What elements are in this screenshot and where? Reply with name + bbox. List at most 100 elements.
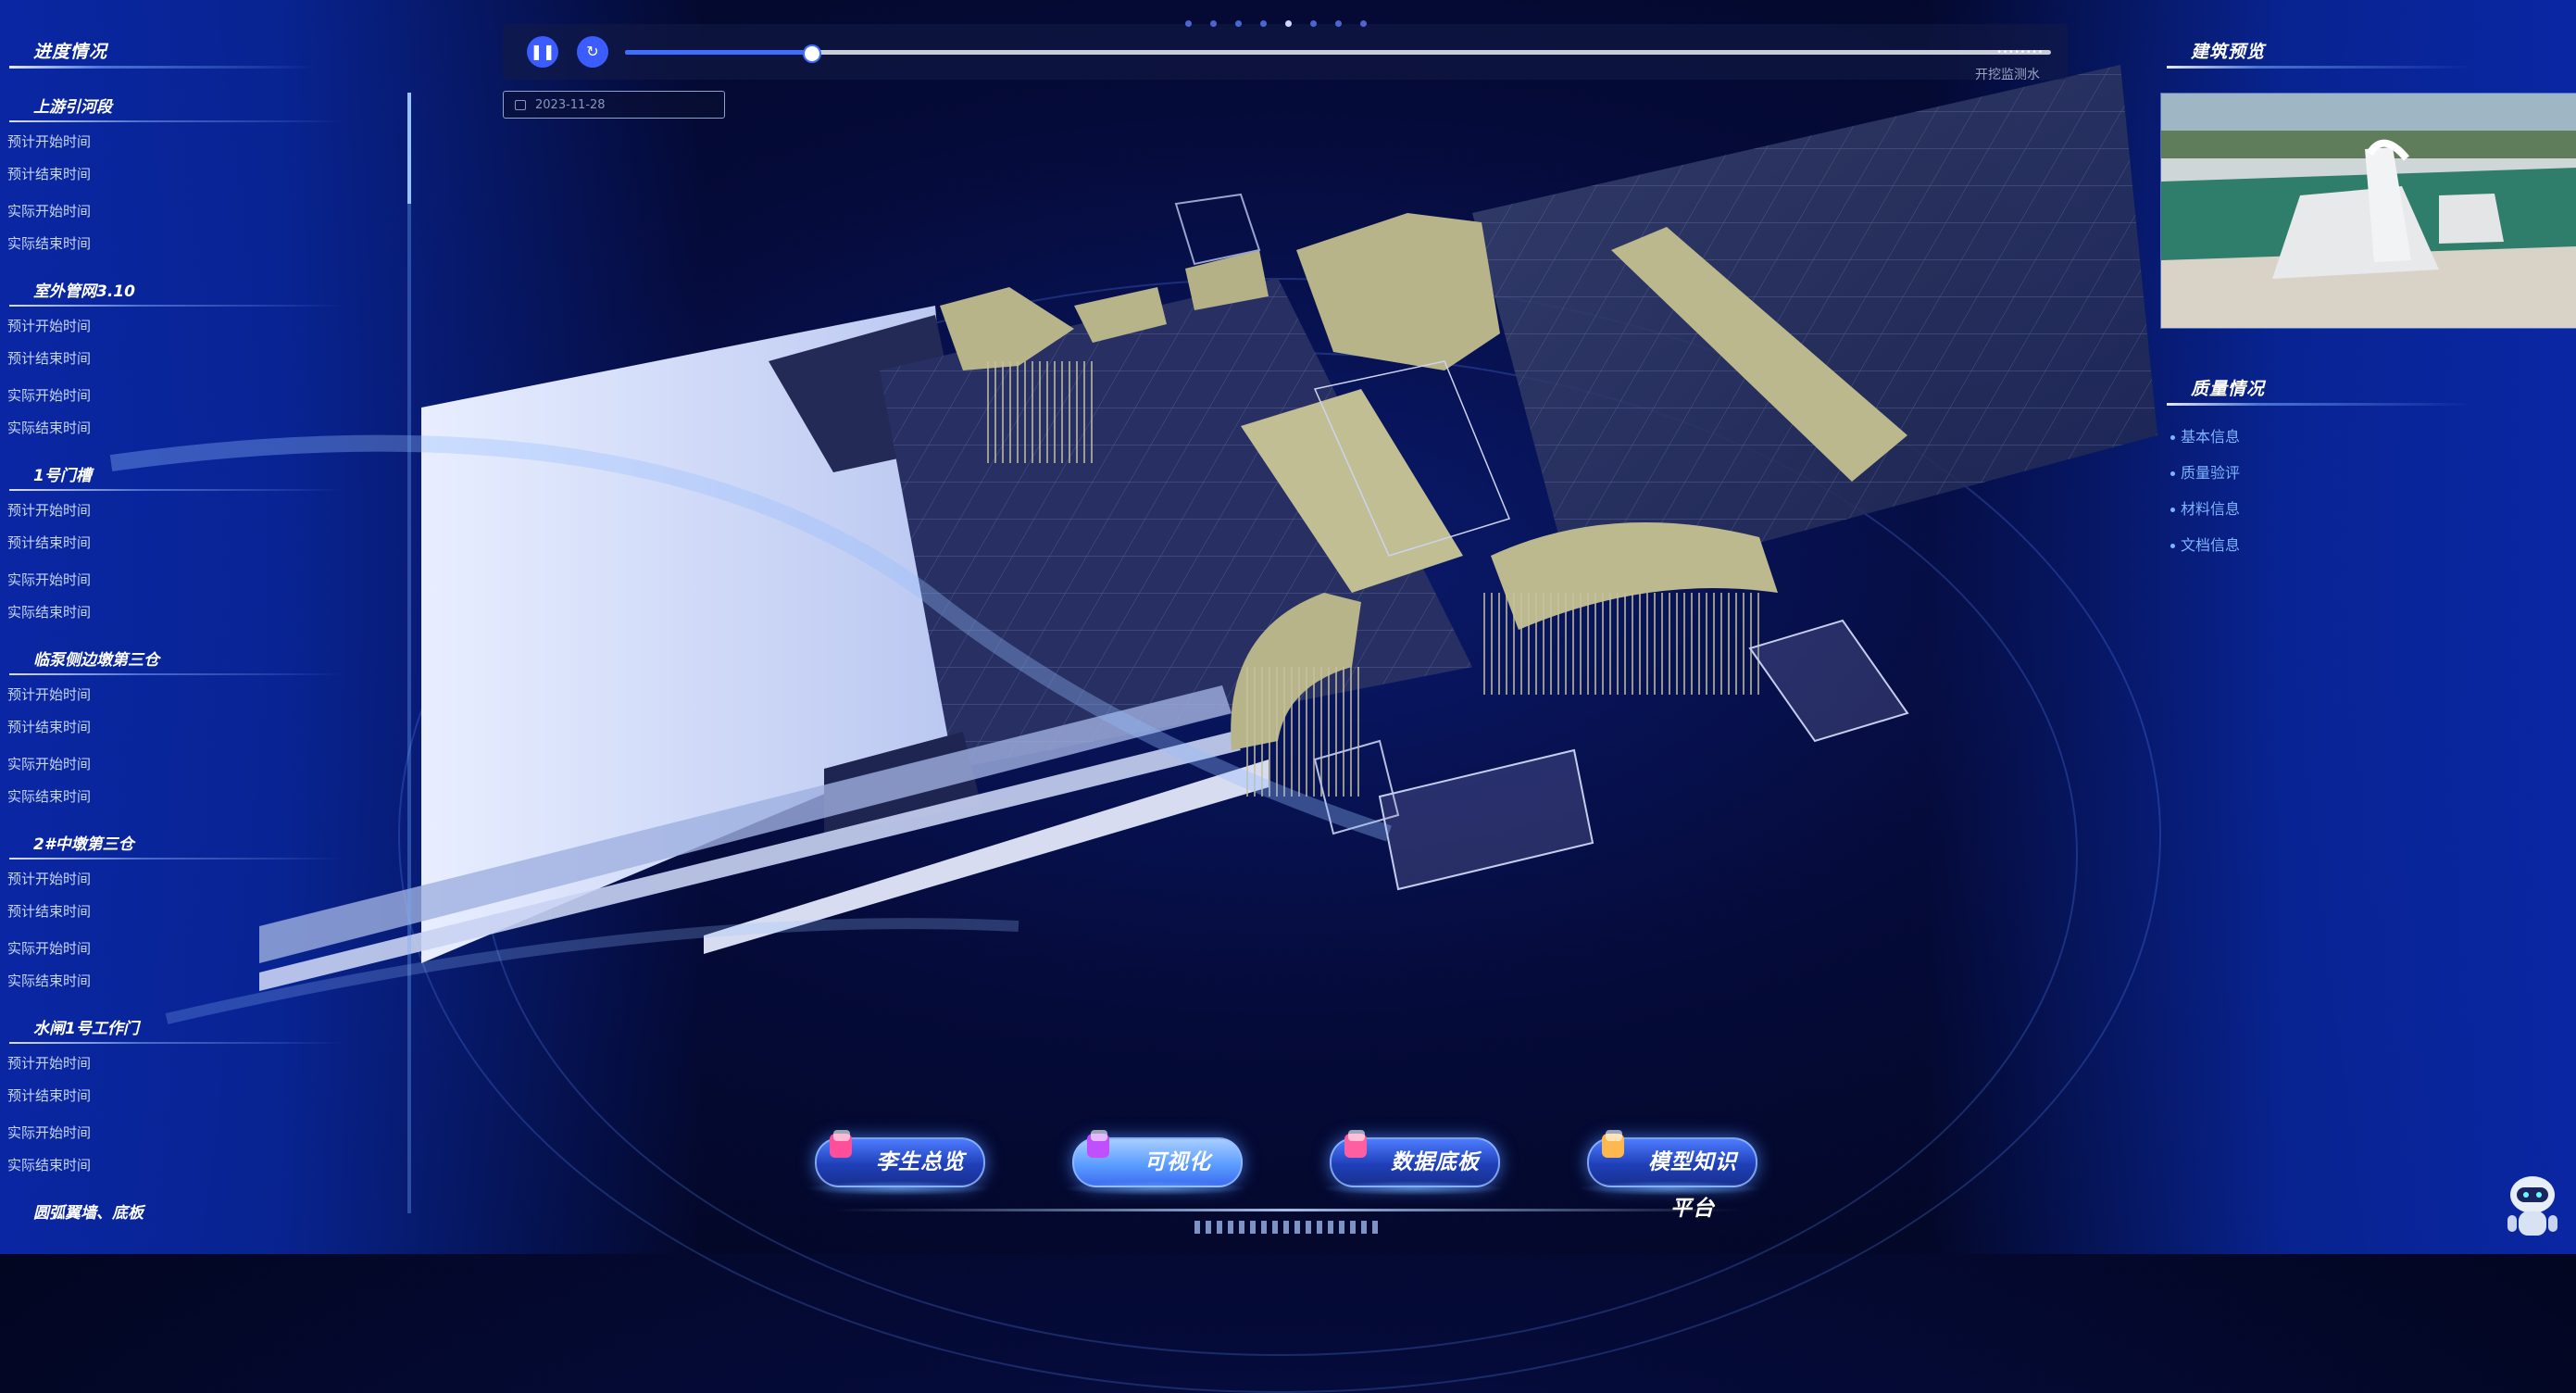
progress-date-row: 预计结束时间 bbox=[7, 534, 92, 551]
visualization-icon bbox=[1083, 1128, 1115, 1161]
nav-button-base-glow bbox=[1063, 1181, 1248, 1196]
progress-date-row: 实际开始时间 bbox=[7, 571, 92, 588]
nav-button-label: 李生总览 bbox=[876, 1150, 965, 1174]
bullet-icon bbox=[2170, 471, 2175, 476]
nav-button-base-glow bbox=[806, 1181, 991, 1196]
calendar-icon bbox=[515, 100, 526, 110]
progress-panel-title: 进度情况 bbox=[0, 28, 412, 76]
progress-date-row: 预计开始时间 bbox=[7, 1055, 92, 1072]
progress-date-row: 预计结束时间 bbox=[7, 166, 92, 182]
database-icon bbox=[1341, 1128, 1372, 1161]
annex-building-frame bbox=[1748, 619, 1909, 743]
progress-section-list: 上游引河段 预计开始时间 预计结束时间 实际开始时间 实际结束时间 室外管网3.10 预计开… bbox=[0, 89, 412, 1223]
timeline-end-label: 开挖监测水 bbox=[1975, 68, 2040, 82]
date-value: 2023-11-28 bbox=[535, 98, 606, 112]
progress-section-title: 室外管网3.10 bbox=[0, 273, 412, 310]
building-preview-header: 建筑预览 bbox=[2157, 28, 2576, 76]
quality-link[interactable]: 材料信息 bbox=[2170, 491, 2240, 527]
pause-button[interactable]: ❚❚ bbox=[527, 36, 558, 68]
quality-link-label: 质量验评 bbox=[2181, 464, 2241, 482]
overview-icon bbox=[826, 1128, 857, 1161]
page-dot[interactable] bbox=[1360, 20, 1367, 27]
quality-link-label: 文档信息 bbox=[2181, 536, 2241, 554]
nav-button-base-glow bbox=[1320, 1181, 1506, 1196]
bullet-icon bbox=[2170, 435, 2175, 440]
timeline-handle[interactable] bbox=[803, 44, 822, 63]
pile-field bbox=[982, 361, 1093, 463]
nav-button-3[interactable]: 数据底板 bbox=[1330, 1130, 1500, 1187]
assistant-robot-icon[interactable] bbox=[2500, 1169, 2565, 1243]
date-picker[interactable]: 2023-11-28 bbox=[503, 91, 725, 119]
progress-date-row: 实际结束时间 bbox=[7, 235, 92, 252]
progress-date-row: 预计结束时间 bbox=[7, 903, 92, 920]
progress-section-title: 上游引河段 bbox=[0, 89, 412, 126]
progress-date-row: 实际结束时间 bbox=[7, 1157, 92, 1173]
progress-date-row: 预计开始时间 bbox=[7, 686, 92, 703]
progress-date-row: 预计开始时间 bbox=[7, 318, 92, 334]
replay-button[interactable]: ↻ bbox=[577, 36, 608, 68]
progress-section: 2#中墩第三仓预计开始时间 预计结束时间 实际开始时间 实际结束时间 bbox=[0, 826, 412, 998]
page-indicator bbox=[1176, 13, 1376, 31]
page-dot[interactable] bbox=[1310, 20, 1317, 27]
progress-section-title: 2#中墩第三仓 bbox=[0, 826, 412, 863]
page-dot[interactable] bbox=[1235, 20, 1242, 27]
progress-date-row: 实际结束时间 bbox=[7, 604, 92, 621]
nav-button-label: 可视化 bbox=[1144, 1150, 1211, 1174]
progress-date-row: 预计结束时间 bbox=[7, 719, 92, 735]
progress-panel-scrollbar[interactable] bbox=[407, 93, 411, 1213]
progress-date-row: 预计开始时间 bbox=[7, 502, 92, 519]
timeline-track[interactable]: •••••••• bbox=[625, 44, 2051, 63]
pump-house-frame bbox=[1378, 748, 1594, 891]
building-preview-image[interactable] bbox=[2160, 93, 2576, 329]
pause-icon: ❚❚ bbox=[530, 43, 556, 60]
progress-section: 室外管网3.10 预计开始时间 预计结束时间 实际开始时间 实际结束时间 bbox=[0, 273, 412, 445]
progress-date-row: 预计结束时间 bbox=[7, 1087, 92, 1104]
progress-section: 临泵侧边墩第三仓 预计开始时间 预计结束时间 实际开始时间 实际结束时间 bbox=[0, 642, 412, 813]
quality-link[interactable]: 基本信息 bbox=[2170, 419, 2240, 455]
page-dot[interactable] bbox=[1260, 20, 1267, 27]
progress-section: 1号门槽预计开始时间 预计结束时间 实际开始时间 实际结束时间 bbox=[0, 458, 412, 629]
progress-date-row: 预计开始时间 bbox=[7, 871, 92, 887]
progress-date-row: 实际结束时间 bbox=[7, 973, 92, 989]
pile-field bbox=[1482, 593, 1759, 695]
progress-date-row: 实际开始时间 bbox=[7, 387, 92, 404]
progress-date-row: 实际开始时间 bbox=[7, 940, 92, 957]
timeline-end-marker: •••••••• bbox=[1996, 48, 2044, 57]
control-tower-base bbox=[1296, 213, 1500, 370]
nav-button-4[interactable]: 模型知识平台 bbox=[1587, 1130, 1757, 1221]
quality-link[interactable]: 质量验评 bbox=[2170, 455, 2240, 491]
deck-grid bbox=[1472, 65, 2157, 593]
nav-button-1[interactable]: 李生总览 bbox=[815, 1130, 985, 1187]
nav-button-base-glow bbox=[1578, 1181, 1763, 1196]
nav-button-2[interactable]: 可视化 bbox=[1072, 1130, 1243, 1187]
page-dot[interactable] bbox=[1185, 20, 1192, 27]
page-dot[interactable] bbox=[1335, 20, 1342, 27]
progress-section: 水闸1号工作门预计开始时间 预计结束时间 实际开始时间 实际结束时间 bbox=[0, 1010, 412, 1182]
timeline-progress bbox=[625, 50, 811, 55]
quality-link-label: 基本信息 bbox=[2181, 428, 2241, 446]
progress-section: 上游引河段 预计开始时间 预计结束时间 实际开始时间 实际结束时间 bbox=[0, 89, 412, 260]
progress-section-title: 临泵侧边墩第三仓 bbox=[0, 642, 412, 679]
progress-section-title: 水闸1号工作门 bbox=[0, 1010, 412, 1048]
progress-date-row: 实际开始时间 bbox=[7, 1124, 92, 1141]
replay-icon: ↻ bbox=[586, 43, 599, 60]
quality-link-label: 材料信息 bbox=[2181, 500, 2241, 518]
page-dot[interactable] bbox=[1285, 20, 1292, 27]
quality-header: 质量情况 bbox=[2157, 365, 2576, 413]
bullet-icon bbox=[2170, 544, 2175, 548]
building-preview-title: 建筑预览 bbox=[2157, 28, 2576, 76]
nav-button-label: 数据底板 bbox=[1391, 1150, 1480, 1174]
quality-title: 质量情况 bbox=[2157, 365, 2576, 413]
scrollbar-thumb[interactable] bbox=[407, 93, 411, 204]
progress-section-title: 1号门槽 bbox=[0, 458, 412, 495]
progress-date-row: 预计开始时间 bbox=[7, 133, 92, 150]
page-dot[interactable] bbox=[1210, 20, 1217, 27]
quality-link[interactable]: 文档信息 bbox=[2170, 527, 2240, 563]
progress-section-title: 圆弧翼墙、底板 bbox=[0, 1195, 412, 1223]
quality-link-list: 基本信息质量验评材料信息文档信息 bbox=[2170, 419, 2240, 563]
progress-date-row: 实际结束时间 bbox=[7, 420, 92, 436]
progress-date-row: 实际结束时间 bbox=[7, 788, 92, 805]
progress-section: 圆弧翼墙、底板预计开始时间预计结束时间 bbox=[0, 1195, 412, 1223]
bullet-icon bbox=[2170, 508, 2175, 512]
timeline-player: ❚❚ ↻ •••••••• 开挖监测水 bbox=[503, 24, 2068, 82]
